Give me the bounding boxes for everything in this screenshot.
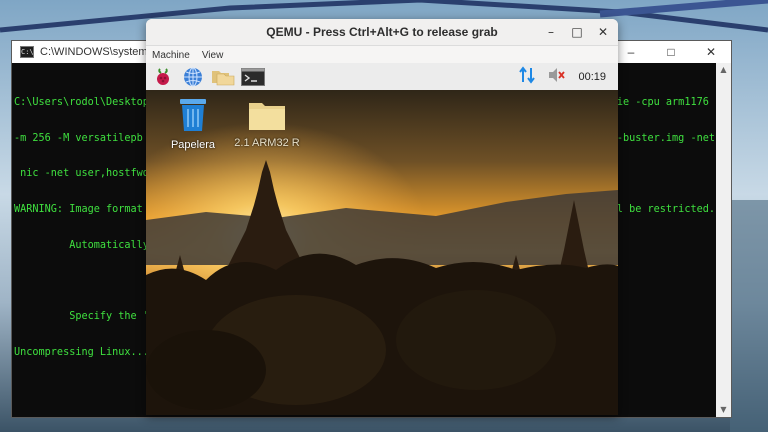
volume-muted-icon[interactable] <box>548 67 566 87</box>
console-line: ll be restricted. <box>610 203 715 215</box>
raspberry-menu-icon[interactable] <box>150 65 176 89</box>
file-manager-icon[interactable] <box>210 65 236 89</box>
scroll-down-icon[interactable]: ▼ <box>716 403 731 417</box>
desktop-icon-trash[interactable]: Papelera <box>158 97 228 151</box>
cmd-maximize-button[interactable]: □ <box>651 41 691 63</box>
cmd-icon: C:\ <box>20 46 34 58</box>
guest-screen[interactable]: 00:19 Papelera 2.1 ARM32 R <box>146 63 618 415</box>
scroll-up-icon[interactable]: ▲ <box>716 63 731 77</box>
qemu-window[interactable]: QEMU - Press Ctrl+Alt+G to release grab … <box>146 19 618 415</box>
qemu-titlebar[interactable]: QEMU - Press Ctrl+Alt+G to release grab … <box>146 19 618 46</box>
qemu-minimize-button[interactable]: – <box>544 25 558 39</box>
terminal-icon[interactable] <box>240 65 266 89</box>
qemu-close-button[interactable]: ✕ <box>596 25 610 39</box>
trash-icon <box>180 99 206 131</box>
qemu-title: QEMU - Press Ctrl+Alt+G to release grab <box>266 25 498 39</box>
cmd-close-button[interactable]: ✕ <box>691 41 731 63</box>
menu-machine[interactable]: Machine <box>152 50 190 61</box>
console-line: n-buster.img -net <box>610 132 715 144</box>
console-line: sie -cpu arm1176 <box>610 96 709 108</box>
console-output-right: sie -cpu arm1176 n-buster.img -net ll be… <box>611 73 715 240</box>
qemu-maximize-button[interactable]: □ <box>570 25 584 39</box>
web-browser-icon[interactable] <box>180 65 206 89</box>
guest-taskbar: 00:19 <box>146 63 618 91</box>
cmd-scrollbar[interactable]: ▲ ▼ <box>716 63 731 417</box>
folder-icon <box>249 103 285 130</box>
qemu-menubar: Machine View <box>146 46 618 64</box>
clock[interactable]: 00:19 <box>578 71 606 83</box>
menu-view[interactable]: View <box>202 50 224 61</box>
network-arrows-icon[interactable] <box>518 65 536 88</box>
desktop-icon-label: Papelera <box>170 139 216 151</box>
desktop-icon-folder[interactable]: 2.1 ARM32 R <box>232 99 302 149</box>
desktop-icon-label: 2.1 ARM32 R <box>234 137 300 149</box>
